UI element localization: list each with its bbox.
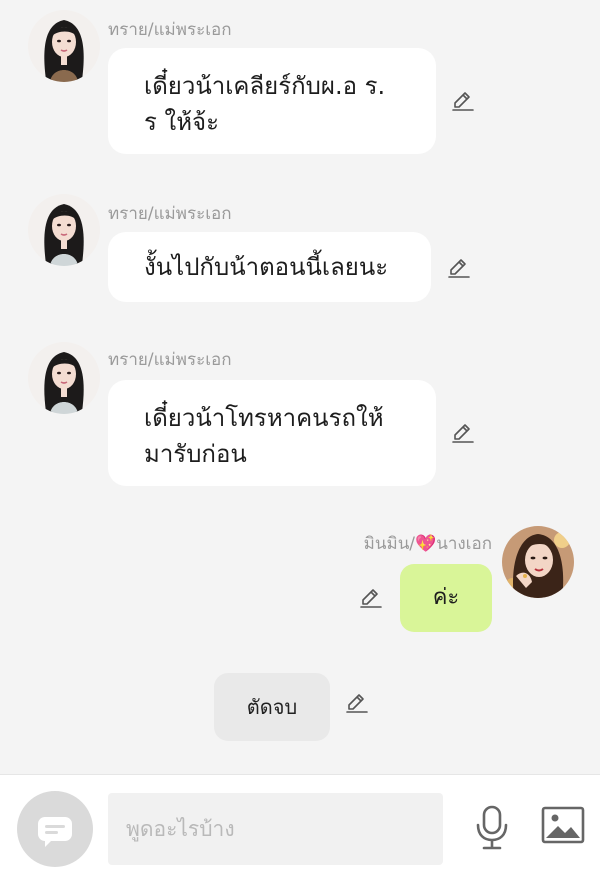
message-line: งั้นไปกับน้าตอนนี้เลยนะ bbox=[144, 253, 389, 281]
avatar-mother-character[interactable] bbox=[28, 10, 100, 82]
message-bubble[interactable]: งั้นไปกับน้าตอนนี้เลยนะ bbox=[108, 232, 431, 302]
chat-screen: ทราย/แม่พระเอก เดี๋ยวน้าเคลียร์กับผ.อ ร.… bbox=[0, 0, 600, 870]
message-text-input[interactable] bbox=[108, 793, 443, 865]
pencil-edit-icon[interactable] bbox=[358, 585, 384, 611]
message-text: ค่ะ bbox=[432, 585, 460, 610]
message-line: มารับก่อน bbox=[144, 440, 247, 468]
pencil-edit-icon[interactable] bbox=[450, 88, 476, 114]
sender-name: ทราย/แม่พระเอก bbox=[108, 350, 232, 370]
chat-menu-icon bbox=[38, 817, 72, 847]
message-line: เดี๋ยวน้าเคลียร์กับผ.อ ร. bbox=[144, 72, 386, 100]
heart-emoji-icon: 💖 bbox=[415, 534, 437, 554]
avatar-mother-character[interactable] bbox=[28, 342, 100, 414]
scene-cut-label: ตัดจบ bbox=[246, 695, 298, 719]
message-input-bar bbox=[0, 774, 600, 870]
avatar-heroine-character[interactable] bbox=[502, 526, 574, 598]
my-message-bubble[interactable]: ค่ะ bbox=[400, 564, 492, 632]
scene-cut-pill[interactable]: ตัดจบ bbox=[214, 673, 330, 741]
sender-name-suffix: นางเอก bbox=[436, 534, 492, 554]
message-line: เดี๋ยวน้าโทรหาคนรถให้ bbox=[144, 404, 384, 432]
sender-name: ทราย/แม่พระเอก bbox=[108, 204, 232, 224]
my-sender-name: มินมิน/💖นางเอก bbox=[364, 530, 492, 557]
pencil-edit-icon[interactable] bbox=[450, 420, 476, 446]
pencil-edit-icon[interactable] bbox=[446, 255, 472, 281]
avatar-mother-character[interactable] bbox=[28, 194, 100, 266]
sender-name-prefix: มินมิน/ bbox=[363, 534, 416, 554]
message-bubble[interactable]: เดี๋ยวน้าเคลียร์กับผ.อ ร. ร ให้จ้ะ bbox=[108, 48, 436, 154]
sender-name: ทราย/แม่พระเอก bbox=[108, 20, 232, 40]
chat-menu-button[interactable] bbox=[17, 791, 93, 867]
message-line: ร ให้จ้ะ bbox=[144, 108, 220, 136]
message-bubble[interactable]: เดี๋ยวน้าโทรหาคนรถให้ มารับก่อน bbox=[108, 380, 436, 486]
microphone-icon[interactable] bbox=[470, 803, 514, 851]
pencil-edit-icon[interactable] bbox=[344, 690, 370, 716]
image-gallery-icon[interactable] bbox=[540, 805, 586, 845]
